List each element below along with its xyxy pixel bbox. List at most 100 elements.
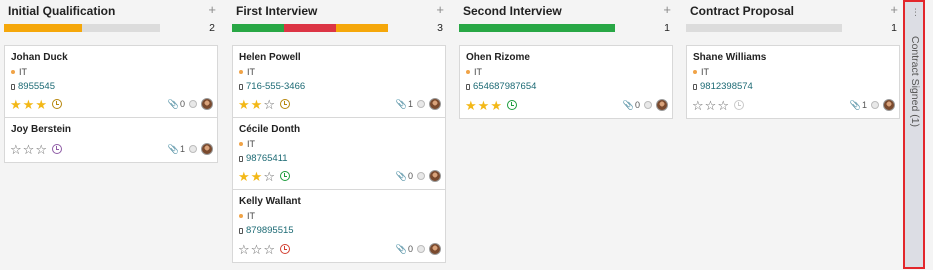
activity-clock-icon[interactable] (733, 100, 744, 110)
applicant-name: Cécile Donth (239, 124, 301, 135)
activity-clock-icon[interactable] (279, 171, 290, 181)
tag-chip: IT (239, 211, 255, 221)
card-footer: ☆ ☆ ☆ 📎 1 (692, 98, 895, 112)
applicant-card[interactable]: Kelly Wallant IT 879895515 ☆ ☆ ☆ 📎 0 (233, 190, 445, 262)
add-card-icon[interactable]: + (208, 3, 216, 16)
column-progress-bar[interactable] (459, 24, 615, 32)
column-count: 2 (209, 22, 215, 34)
column-progress-bar[interactable] (232, 24, 388, 32)
phone-value: 8955545 (18, 81, 55, 92)
priority-star-icon[interactable]: ☆ (717, 99, 729, 112)
folded-column-contract-signed[interactable]: ⋮ Contract Signed (1) (903, 0, 925, 269)
attachment-count: 1 (407, 99, 413, 109)
priority-star-icon[interactable]: ★ (478, 99, 490, 112)
phone-number[interactable]: 9812398574 (693, 81, 753, 92)
kanban-state-icon[interactable] (417, 100, 425, 108)
phone-icon (239, 155, 243, 162)
priority-star-icon[interactable]: ☆ (705, 99, 717, 112)
priority-star-icon[interactable]: ★ (251, 98, 263, 111)
activity-clock-icon[interactable] (506, 100, 517, 110)
card-footer-right: 📎 1 (850, 99, 895, 111)
applicant-card[interactable]: Ohen Rizome IT 654687987654 ★ ★ ★ 📎 0 (460, 46, 672, 118)
priority-stars: ★ ★ ☆ (238, 98, 276, 111)
phone-number[interactable]: 879895515 (239, 225, 294, 236)
add-card-icon[interactable]: + (890, 3, 898, 16)
kanban-column: Initial Qualification +2 Johan Duck IT 89555… (4, 0, 218, 163)
tag-chip: IT (466, 67, 482, 77)
progress-segment[interactable] (232, 24, 284, 32)
kanban-state-icon[interactable] (871, 101, 879, 109)
phone-number[interactable]: 654687987654 (466, 81, 536, 92)
progress-segment[interactable] (459, 24, 615, 32)
priority-stars: ☆ ☆ ☆ (238, 243, 276, 256)
tag-label: IT (247, 67, 255, 77)
column-title[interactable]: Contract Proposal (690, 4, 794, 18)
applicant-card[interactable]: Shane Williams IT 9812398574 ☆ ☆ ☆ 📎 1 (687, 46, 899, 118)
avatar[interactable] (201, 143, 213, 155)
card-footer: ★ ★ ☆ 📎 1 (238, 97, 441, 111)
priority-star-icon[interactable]: ☆ (251, 243, 263, 256)
column-header: Second Interview + (459, 0, 673, 20)
phone-number[interactable]: 716-555-3466 (239, 81, 305, 92)
applicant-name: Helen Powell (239, 52, 301, 63)
kanban-state-icon[interactable] (189, 145, 197, 153)
priority-star-icon[interactable]: ☆ (238, 243, 250, 256)
avatar[interactable] (429, 170, 441, 182)
priority-star-icon[interactable]: ☆ (10, 143, 22, 156)
avatar[interactable] (429, 243, 441, 255)
priority-star-icon[interactable]: ★ (238, 98, 250, 111)
priority-star-icon[interactable]: ★ (251, 170, 263, 183)
progress-segment[interactable] (283, 24, 336, 32)
phone-number[interactable]: 98765411 (239, 153, 288, 164)
card-footer: ☆ ☆ ☆ 📎 1 (10, 142, 213, 156)
priority-star-icon[interactable]: ★ (23, 98, 35, 111)
priority-star-icon[interactable]: ★ (10, 98, 22, 111)
attachment-clip-icon: 📎 (167, 143, 179, 154)
priority-star-icon[interactable]: ★ (35, 98, 47, 111)
kanban-state-icon[interactable] (189, 100, 197, 108)
column-title[interactable]: Second Interview (463, 4, 562, 18)
column-count: 3 (437, 22, 443, 34)
applicant-card[interactable]: Johan Duck IT 8955545 ★ ★ ★ 📎 0 (5, 46, 217, 118)
phone-value: 716-555-3466 (246, 81, 306, 92)
kanban-state-icon[interactable] (417, 245, 425, 253)
avatar[interactable] (883, 99, 895, 111)
add-card-icon[interactable]: + (436, 3, 444, 16)
phone-number[interactable]: 8955545 (11, 81, 55, 92)
priority-star-icon[interactable]: ★ (238, 170, 250, 183)
column-title[interactable]: Initial Qualification (8, 4, 115, 18)
progress-segment[interactable] (335, 24, 388, 32)
priority-star-icon[interactable]: ☆ (692, 99, 704, 112)
column-count: 1 (664, 22, 670, 34)
applicant-card[interactable]: Cécile Donth IT 98765411 ★ ★ ☆ 📎 0 (233, 118, 445, 190)
kanban-state-icon[interactable] (644, 101, 652, 109)
column-title[interactable]: First Interview (236, 4, 317, 18)
priority-star-icon[interactable]: ☆ (23, 143, 35, 156)
priority-star-icon[interactable]: ☆ (263, 243, 275, 256)
progress-segment[interactable] (4, 24, 82, 32)
activity-clock-icon[interactable] (279, 244, 290, 254)
priority-star-icon[interactable]: ★ (465, 99, 477, 112)
priority-star-icon[interactable]: ★ (490, 99, 502, 112)
tag-chip: IT (11, 67, 27, 77)
applicant-card[interactable]: Helen Powell IT 716-555-3466 ★ ★ ☆ 📎 1 (233, 46, 445, 118)
kanban-state-icon[interactable] (417, 172, 425, 180)
applicant-name: Shane Williams (693, 52, 767, 63)
applicant-card[interactable]: Joy Berstein ☆ ☆ ☆ 📎 1 (5, 118, 217, 162)
avatar[interactable] (429, 98, 441, 110)
tag-dot-icon (693, 70, 697, 74)
activity-clock-icon[interactable] (279, 99, 290, 109)
column-progress-bar[interactable] (4, 24, 160, 32)
priority-star-icon[interactable]: ☆ (263, 170, 275, 183)
add-card-icon[interactable]: + (663, 3, 671, 16)
priority-star-icon[interactable]: ☆ (35, 143, 47, 156)
column-progress-bar[interactable] (686, 24, 842, 32)
attachment-clip-icon: 📎 (167, 98, 179, 109)
avatar[interactable] (201, 98, 213, 110)
attachment-count: 0 (407, 244, 413, 254)
activity-clock-icon[interactable] (51, 144, 62, 154)
activity-clock-icon[interactable] (51, 99, 62, 109)
card-list: Helen Powell IT 716-555-3466 ★ ★ ☆ 📎 1 Cécile Do… (232, 45, 446, 263)
avatar[interactable] (656, 99, 668, 111)
priority-star-icon[interactable]: ☆ (263, 98, 275, 111)
